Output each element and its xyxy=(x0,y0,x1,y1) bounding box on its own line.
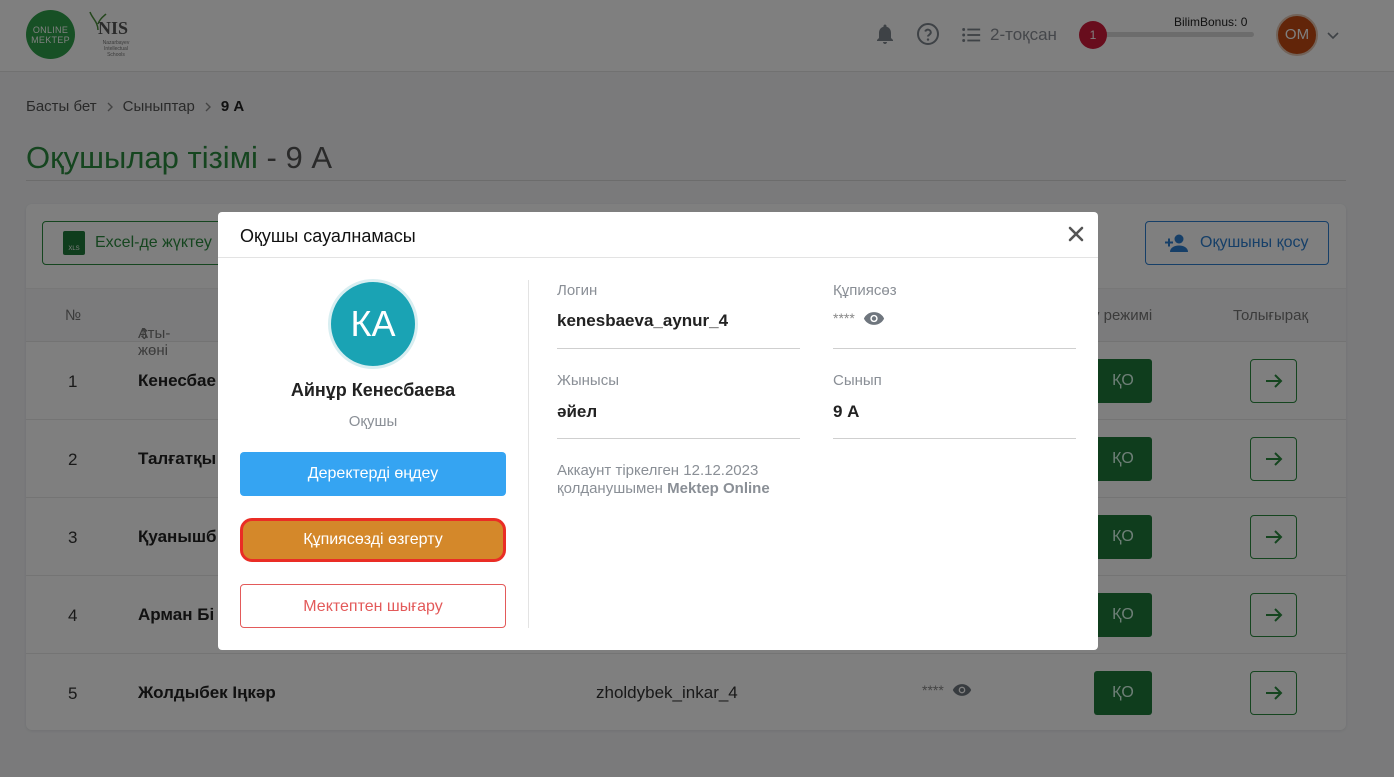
student-avatar: КА xyxy=(328,279,418,369)
login-value: kenesbaeva_aynur_4 xyxy=(557,311,729,330)
student-name: Айнұр Кенесбаева xyxy=(290,380,456,400)
field-underline xyxy=(833,348,1076,349)
modal-header: Оқушы сауалнамасы xyxy=(218,212,1098,258)
password-field: **** xyxy=(833,310,885,326)
field-underline xyxy=(557,348,800,349)
class-value: 9 А xyxy=(833,402,860,421)
password-label: Құпиясөз xyxy=(833,282,897,299)
eye-icon[interactable] xyxy=(863,311,885,326)
gender-value: әйел xyxy=(557,402,598,421)
login-label: Логин xyxy=(557,282,598,299)
class-label: Сынып xyxy=(833,372,882,389)
password-value: **** xyxy=(833,310,855,326)
gender-label: Жынысы xyxy=(557,372,619,389)
close-icon[interactable] xyxy=(1066,224,1086,244)
field-underline xyxy=(557,438,800,439)
field-underline xyxy=(833,438,1076,439)
registration-by: Mektep Online xyxy=(667,480,770,497)
student-profile-modal: Оқушы сауалнамасы КА Айнұр Кенесбаева Оқ… xyxy=(218,212,1098,650)
registration-note: Аккаунт тіркелген 12.12.2023 қолданушыме… xyxy=(557,462,817,498)
modal-title: Оқушы сауалнамасы xyxy=(240,226,416,246)
expel-from-school-button[interactable]: Мектептен шығару xyxy=(240,584,506,628)
change-password-button[interactable]: Құпиясөзді өзгерту xyxy=(240,518,506,562)
modal-divider xyxy=(528,280,529,628)
student-role: Оқушы xyxy=(348,413,398,430)
edit-data-button[interactable]: Деректерді өңдеу xyxy=(240,452,506,496)
